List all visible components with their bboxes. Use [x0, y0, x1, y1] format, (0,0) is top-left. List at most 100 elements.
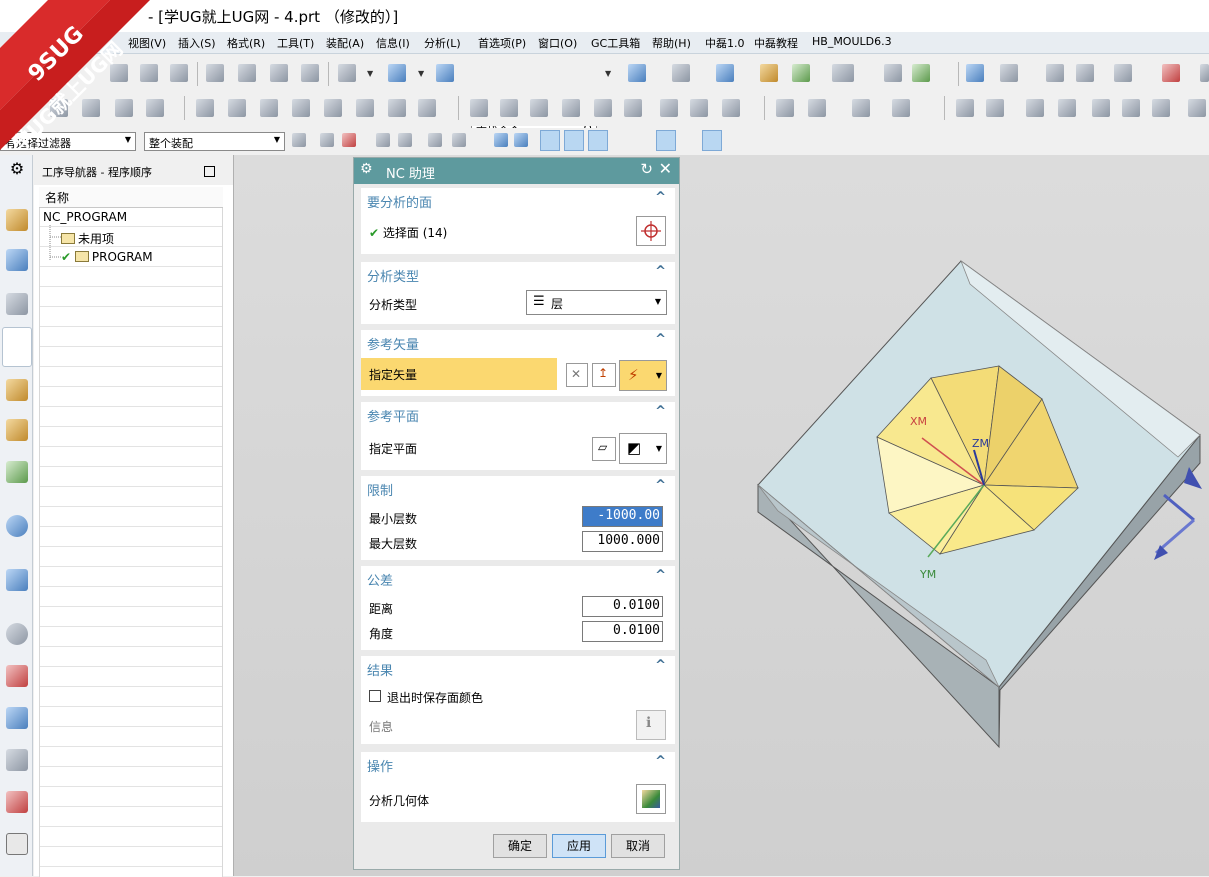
snap-enable-button[interactable]	[540, 130, 560, 151]
measure-icon[interactable]	[1046, 64, 1064, 82]
tool-holder-icon[interactable]	[562, 99, 580, 117]
collapse-icon[interactable]: ^	[655, 478, 666, 493]
cancel-button[interactable]: 取消	[611, 834, 665, 858]
feature-icon[interactable]	[956, 99, 974, 117]
reset-icon[interactable]: ↻	[640, 160, 653, 178]
rectangle-select-icon[interactable]	[452, 133, 466, 147]
grid-button[interactable]	[776, 130, 796, 151]
stock-icon[interactable]	[1122, 99, 1140, 117]
show-solid-icon[interactable]	[494, 133, 508, 147]
time-icon[interactable]	[722, 99, 740, 117]
axis-icon[interactable]	[1162, 64, 1180, 82]
tree-row-nc-program[interactable]: NC_PROGRAM	[43, 210, 127, 224]
generate-path-icon[interactable]	[196, 99, 214, 117]
display-path-icon[interactable]	[660, 99, 678, 117]
output-cls-icon[interactable]	[388, 99, 406, 117]
show-hide-icon[interactable]	[884, 64, 902, 82]
specify-vector-row[interactable]: 指定矢量	[361, 358, 557, 390]
plane-dialog-button[interactable]: ▱	[592, 437, 616, 461]
snap-midpoint-button[interactable]	[588, 130, 608, 151]
analysis-type-select[interactable]: ☰ 层 ▼	[526, 290, 667, 315]
system-scene-icon[interactable]	[6, 791, 28, 813]
general-filter-icon[interactable]	[292, 133, 306, 147]
move-path-icon[interactable]	[776, 99, 794, 117]
inferred-plane-dropdown[interactable]: ◩ ▼	[619, 433, 667, 464]
chevron-down-icon[interactable]: ▼	[418, 69, 424, 78]
snap-point-icon[interactable]	[320, 133, 334, 147]
select-feature-icon[interactable]	[342, 133, 356, 147]
assembly-navigator-icon[interactable]	[6, 209, 28, 231]
cut-params-icon[interactable]	[500, 99, 518, 117]
roles-icon[interactable]	[6, 749, 28, 771]
select-face-button[interactable]	[636, 216, 666, 246]
chevron-down-icon[interactable]: ▼	[367, 69, 373, 78]
collapse-icon[interactable]: ^	[655, 332, 666, 347]
process-studio-icon[interactable]	[6, 569, 28, 591]
polygon-select-icon[interactable]	[428, 133, 442, 147]
snap-icon[interactable]	[1114, 64, 1132, 82]
command-finder-icon[interactable]	[436, 64, 454, 82]
assembly-navigator-icon[interactable]	[388, 64, 406, 82]
max-layers-input[interactable]: 1000.000	[582, 531, 663, 552]
process-tools-icon[interactable]	[6, 707, 28, 729]
section-title[interactable]: 参考矢量	[367, 334, 419, 353]
menu-format[interactable]: 格式(R)	[227, 35, 265, 51]
menu-window[interactable]: 窗口(O)	[538, 35, 577, 51]
vector-dialog-button[interactable]: ↥	[592, 363, 616, 387]
menu-analysis[interactable]: 分析(L)	[424, 35, 461, 51]
wcs-icon[interactable]	[1000, 64, 1018, 82]
engage-icon[interactable]	[624, 99, 642, 117]
palette-icon[interactable]	[6, 833, 28, 855]
reuse-library-icon[interactable]	[6, 419, 28, 441]
inferred-vector-dropdown[interactable]: ⚡ ▼	[619, 360, 667, 391]
select-face-icon[interactable]	[398, 133, 412, 147]
part-navigator-icon[interactable]	[6, 293, 28, 315]
snap-curve-button[interactable]	[612, 130, 632, 151]
min-layers-input[interactable]: -1000.00	[582, 506, 663, 527]
snap-intersection-button[interactable]	[634, 130, 654, 151]
workpiece-icon[interactable]	[1026, 99, 1044, 117]
move-object-icon[interactable]	[912, 64, 930, 82]
feature-group-icon[interactable]	[986, 99, 1004, 117]
layer-settings-icon[interactable]	[966, 64, 984, 82]
menu-help[interactable]: 帮助(H)	[652, 35, 691, 51]
constraint-navigator-icon[interactable]	[6, 249, 28, 271]
print-icon[interactable]	[170, 64, 188, 82]
snap-endpoint-button[interactable]	[564, 130, 584, 151]
tool-library-icon[interactable]	[1188, 99, 1206, 117]
mirror-path-icon[interactable]	[852, 99, 870, 117]
more-icon[interactable]	[1200, 64, 1209, 82]
menu-gc-toolbox[interactable]: GC工具箱	[591, 35, 640, 51]
layer-icon[interactable]	[760, 64, 778, 82]
maximize-icon[interactable]	[204, 166, 215, 177]
analyze-geometry-button[interactable]	[636, 784, 666, 814]
machine-tool-navigator-icon[interactable]	[6, 379, 28, 401]
assembly-scope-select[interactable]: 整个装配 ▼	[144, 132, 285, 151]
section-title[interactable]: 要分析的面	[367, 192, 432, 211]
menu-zhonglei[interactable]: 中磊1.0	[705, 35, 745, 51]
copy-icon[interactable]	[238, 64, 256, 82]
menu-assembly[interactable]: 装配(A)	[326, 35, 364, 51]
paste-icon[interactable]	[270, 64, 288, 82]
select-body-icon[interactable]	[376, 133, 390, 147]
snap-on-curve-button[interactable]	[726, 130, 746, 151]
history-clock-icon[interactable]	[6, 623, 28, 645]
postprocess-icon[interactable]	[324, 99, 342, 117]
non-cutting-icon[interactable]	[530, 99, 548, 117]
operation-navigator-tab[interactable]	[2, 327, 32, 367]
close-icon[interactable]: ✕	[659, 159, 672, 178]
list-path-icon[interactable]	[418, 99, 436, 117]
snap-existing-point-button[interactable]	[702, 130, 722, 151]
section-title[interactable]: 参考平面	[367, 406, 419, 425]
apply-button[interactable]: 应用	[552, 834, 606, 858]
angle-input[interactable]: 0.0100	[582, 621, 663, 642]
snap-center-button[interactable]	[656, 130, 676, 151]
view-orient-icon[interactable]	[792, 64, 810, 82]
menu-zhonglei-tutorial[interactable]: 中磊教程	[754, 35, 798, 51]
collapse-icon[interactable]: ^	[655, 568, 666, 583]
info-button[interactable]: ℹ	[636, 710, 666, 740]
gear-icon[interactable]: ⚙	[360, 161, 373, 177]
clearance-icon[interactable]	[1152, 99, 1170, 117]
delete-icon[interactable]	[301, 64, 319, 82]
column-header-name[interactable]: 名称	[39, 187, 223, 208]
